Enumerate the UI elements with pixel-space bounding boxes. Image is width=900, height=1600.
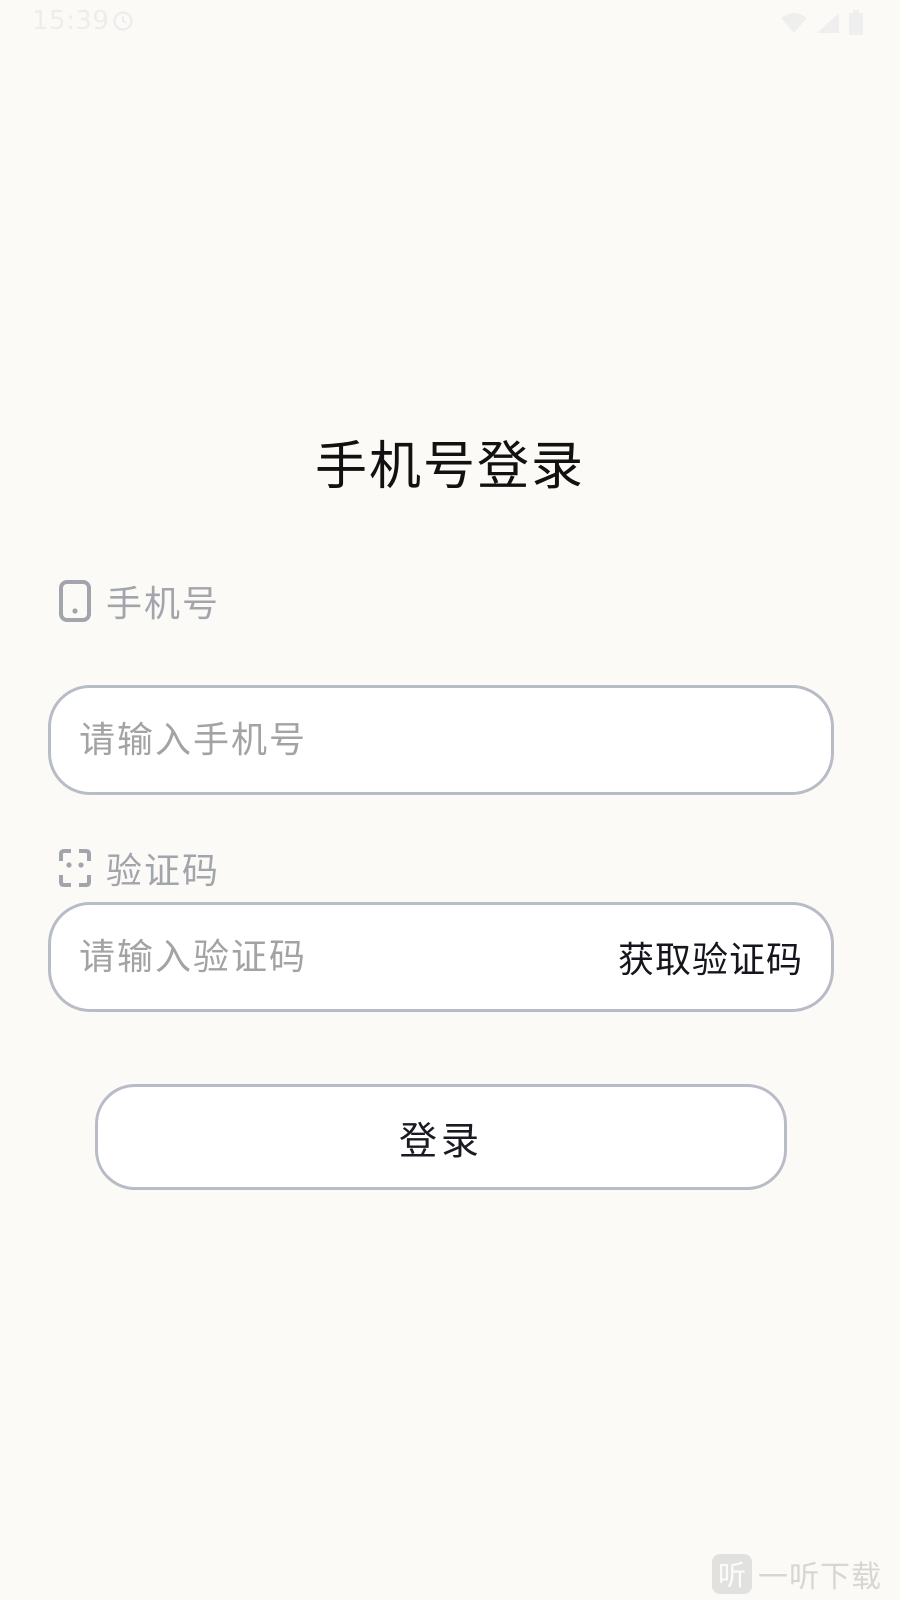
phone-label: 手机号 (106, 584, 221, 625)
status-icons (780, 10, 864, 36)
watermark-logo: 听 (712, 1554, 752, 1594)
sync-clock-icon (113, 11, 133, 31)
phone-input-container (48, 685, 834, 795)
phone-input[interactable] (79, 719, 803, 761)
code-input-container: 获取验证码 (48, 902, 834, 1012)
status-bar: 15:39 (0, 0, 900, 48)
battery-icon (849, 10, 863, 35)
scan-code-icon (59, 849, 91, 887)
get-code-button[interactable]: 获取验证码 (618, 931, 803, 983)
wifi-icon (781, 13, 807, 33)
watermark-text: 一听下载 (758, 1560, 882, 1595)
code-label: 验证码 (106, 851, 221, 892)
login-button[interactable]: 登录 (95, 1084, 787, 1190)
login-screen: 15:39 手机号登录 手机号 请输入手机号 验证码 请输入验证码 获取验证码 … (0, 0, 900, 1600)
status-time: 15:39 (32, 6, 110, 36)
phone-icon (59, 580, 91, 622)
code-label-row: 验证码 (58, 842, 220, 894)
phone-label-row: 手机号 (58, 575, 220, 627)
watermark: 听 一听下载 (712, 1552, 882, 1596)
code-input[interactable] (79, 936, 618, 978)
signal-icon (817, 13, 839, 33)
page-title: 手机号登录 (314, 437, 585, 497)
